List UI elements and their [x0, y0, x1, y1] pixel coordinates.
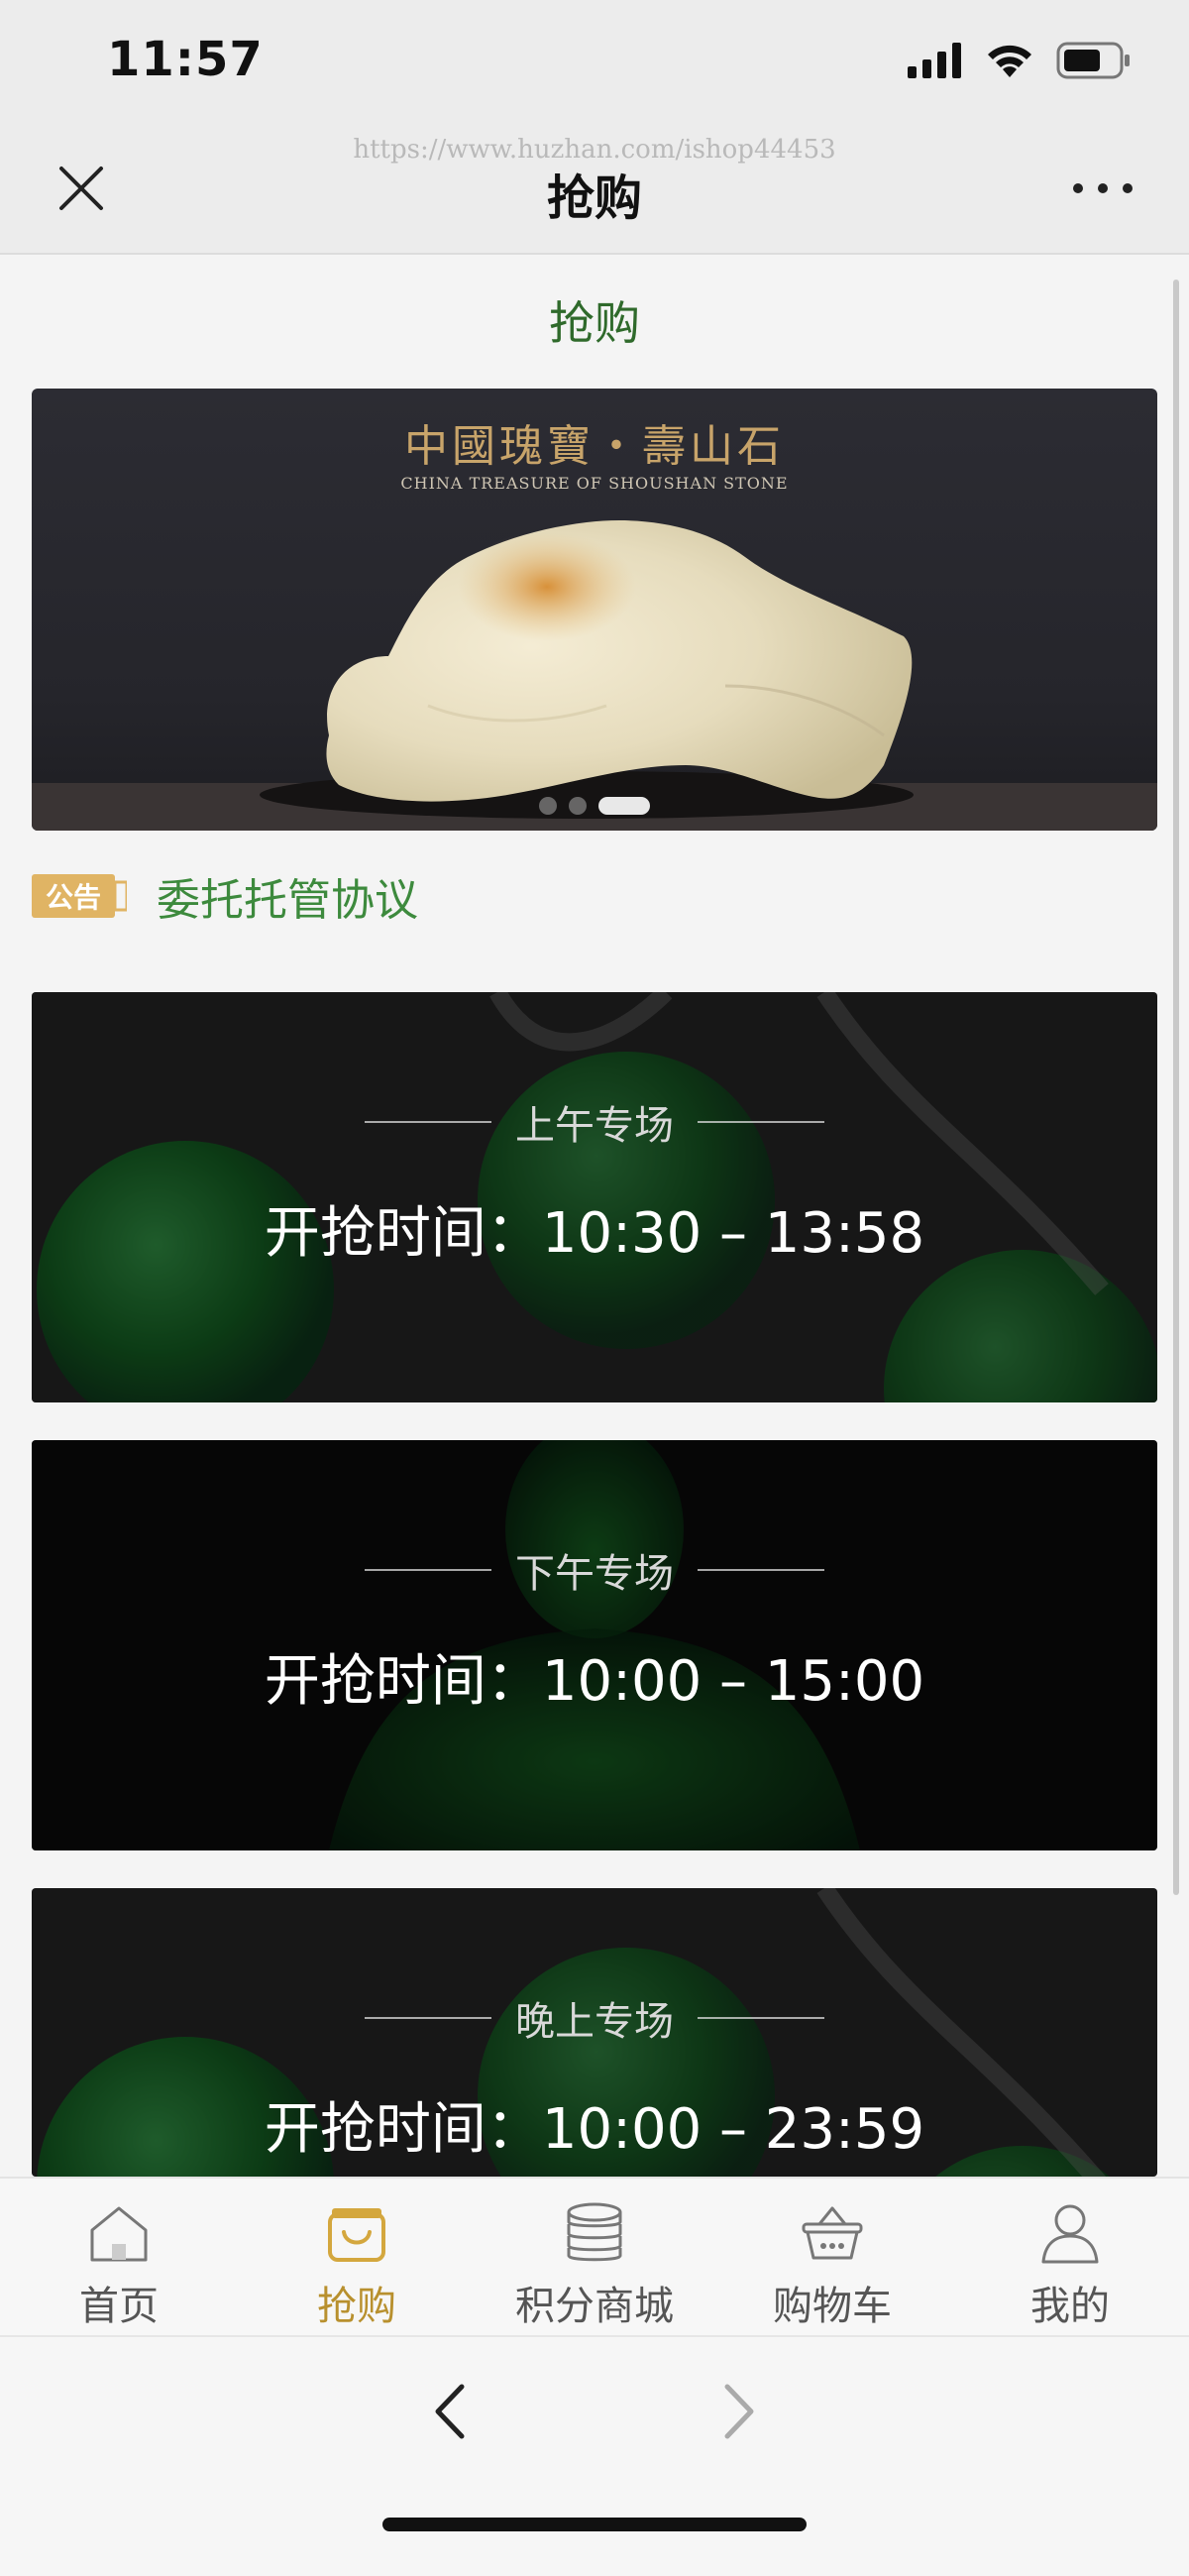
status-time: 11:57 — [107, 32, 264, 87]
session-label: 下午专场 — [515, 1551, 674, 1597]
session-heading: 上午专场 — [32, 1093, 1157, 1151]
tab-label: 抢购 — [317, 2284, 396, 2329]
bottom-tab-bar: 首页 抢购 积分商城 购物车 我的 — [0, 2177, 1189, 2335]
tab-cart[interactable]: 购物车 — [713, 2179, 951, 2335]
session-label: 晚上专场 — [515, 1999, 674, 2045]
session-label: 上午专场 — [515, 1103, 674, 1149]
nav-bar: https://www.huzhan.com/ishop44453 抢购 — [0, 129, 1189, 255]
user-icon — [1041, 2204, 1099, 2264]
notice-bar[interactable]: 公告 委托托管协议 — [32, 864, 418, 928]
session-card-morning[interactable]: 上午专场 开抢时间：10:30 – 13:58 — [32, 992, 1157, 1402]
page-title: 抢购 — [549, 296, 640, 350]
tab-points-mall[interactable]: 积分商城 — [476, 2179, 713, 2335]
shopping-bag-icon — [328, 2208, 385, 2262]
battery-icon — [1056, 42, 1130, 79]
home-indicator[interactable] — [382, 2518, 807, 2531]
session-card-evening[interactable]: 晚上专场 开抢时间：10:00 – 23:59 — [32, 1888, 1157, 2177]
session-heading: 晚上专场 — [32, 1989, 1157, 2047]
carousel-dot[interactable] — [539, 797, 557, 815]
divider — [698, 1569, 824, 1571]
carousel-dot-active[interactable] — [598, 797, 650, 815]
divider — [698, 1121, 824, 1123]
tab-label: 我的 — [1030, 2284, 1110, 2329]
page-header: 抢购 — [0, 253, 1189, 382]
status-icons — [908, 42, 1132, 79]
scrollbar[interactable] — [1173, 280, 1179, 1895]
tab-label: 购物车 — [773, 2284, 892, 2329]
divider — [365, 2017, 491, 2019]
session-card-afternoon[interactable]: 下午专场 开抢时间：10:00 – 15:00 — [32, 1440, 1157, 1850]
tab-profile[interactable]: 我的 — [951, 2179, 1189, 2335]
basket-icon — [802, 2206, 863, 2260]
session-heading: 下午专场 — [32, 1541, 1157, 1599]
session-time: 开抢时间：10:00 – 23:59 — [264, 2097, 925, 2162]
tab-flash-sale[interactable]: 抢购 — [238, 2179, 476, 2335]
carousel-dot[interactable] — [569, 797, 587, 815]
tab-label: 首页 — [79, 2284, 159, 2329]
notice-badge-icon: 公告 — [32, 874, 127, 918]
forward-arrow-icon[interactable] — [713, 2377, 763, 2446]
divider — [698, 2017, 824, 2019]
more-options-icon[interactable] — [1068, 170, 1137, 206]
coins-icon — [567, 2202, 622, 2262]
banner-carousel[interactable]: 中國瑰寶・壽山石 CHINA TREASURE OF SHOUSHAN STON… — [32, 389, 1157, 831]
home-icon — [90, 2206, 148, 2262]
banner-subtitle: CHINA TREASURE OF SHOUSHAN STONE — [400, 474, 789, 493]
status-bar: 11:57 — [0, 0, 1189, 129]
divider — [365, 1121, 491, 1123]
browser-toolbar — [0, 2335, 1189, 2576]
session-time: 开抢时间：10:30 – 13:58 — [264, 1201, 925, 1266]
divider — [365, 1569, 491, 1571]
back-arrow-icon[interactable] — [426, 2377, 476, 2446]
tab-home[interactable]: 首页 — [0, 2179, 238, 2335]
notice-badge-label: 公告 — [46, 881, 101, 914]
nav-title: 抢购 — [546, 170, 642, 226]
banner-title: 中國瑰寶・壽山石 — [404, 421, 785, 472]
cellular-signal-icon — [908, 43, 961, 78]
wifi-icon — [988, 45, 1031, 77]
notice-text[interactable]: 委托托管协议 — [157, 864, 418, 928]
tab-label: 积分商城 — [515, 2284, 674, 2329]
session-time: 开抢时间：10:00 – 15:00 — [264, 1649, 925, 1714]
carousel-indicator[interactable] — [32, 797, 1157, 815]
